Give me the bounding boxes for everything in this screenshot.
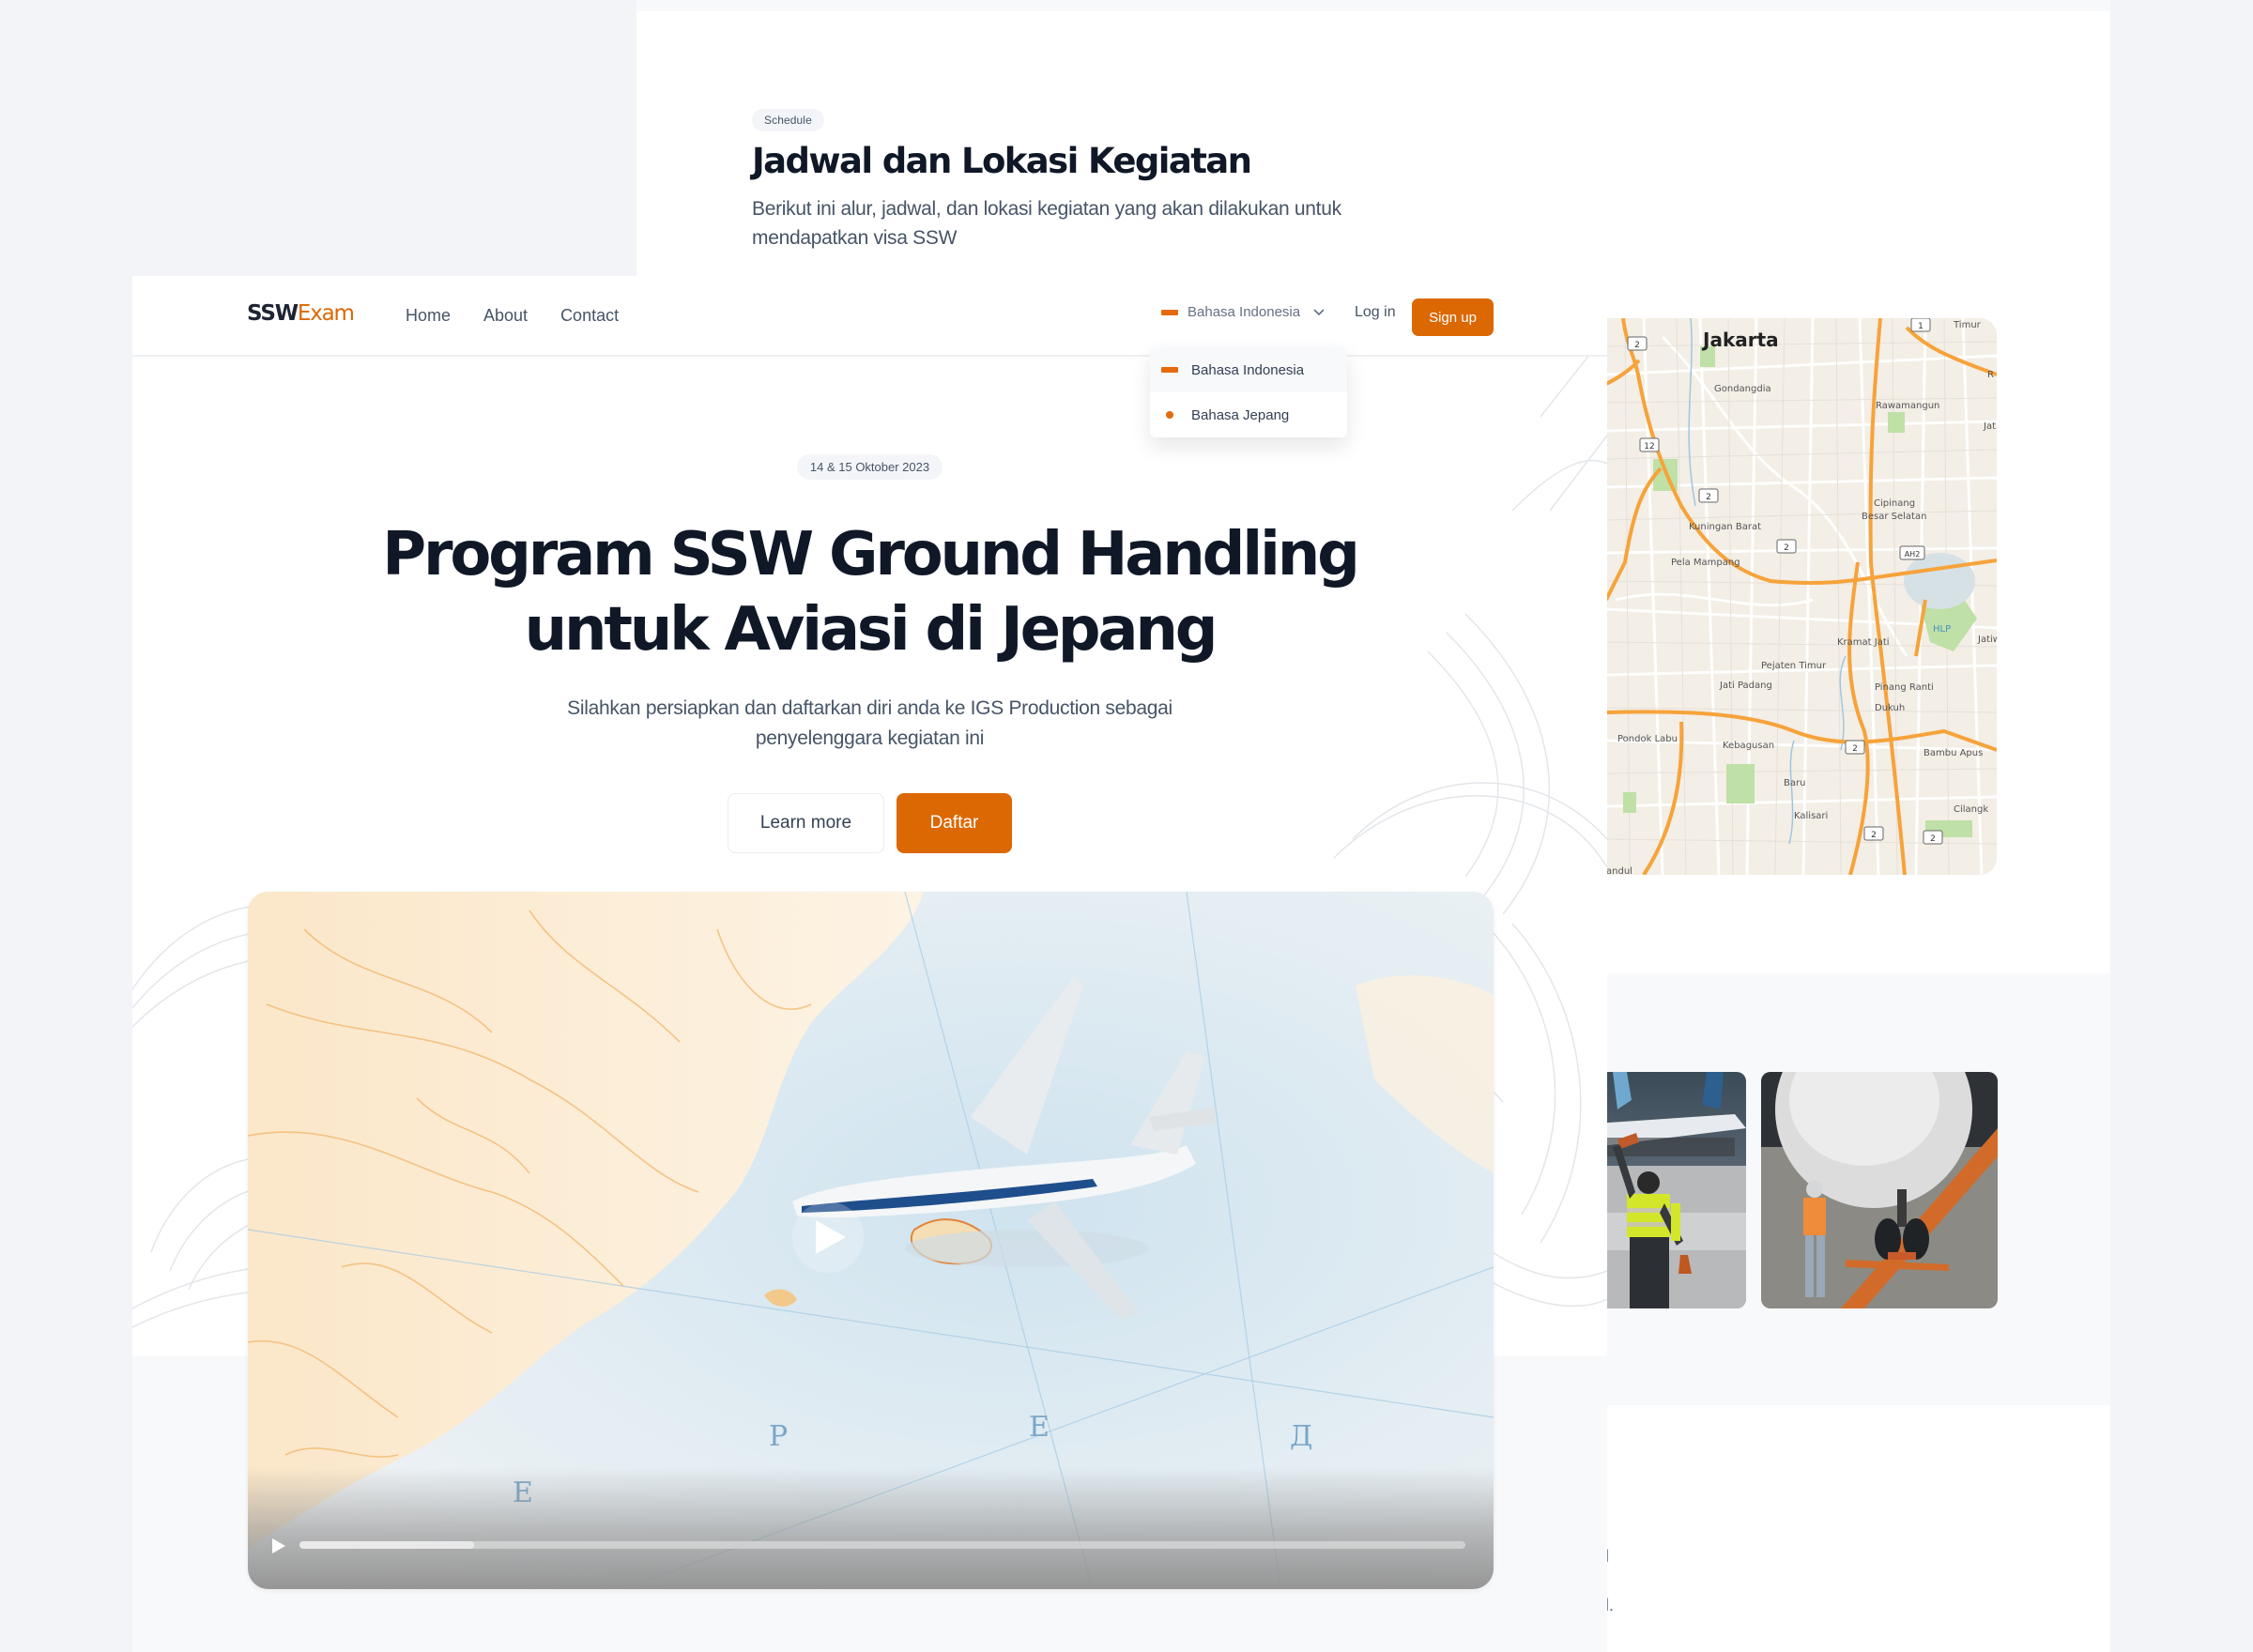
schedule-description-line-2: mendapatkan visa SSW: [752, 227, 958, 249]
language-option-indonesia[interactable]: Bahasa Indonesia: [1150, 347, 1347, 392]
map-label: Timur: [1953, 320, 1982, 330]
marshaller-photo-image: [1594, 1072, 1746, 1308]
hero-subtitle: Silahkan persiapkan dan daftarkan diri a…: [132, 694, 1607, 754]
map-label: Gondangdia: [1714, 384, 1771, 394]
top-navbar: SSWExam Home About Contact Bahasa Indone…: [132, 276, 1607, 357]
language-selected: Bahasa Indonesia: [1188, 304, 1301, 320]
video-play-button[interactable]: [792, 1201, 864, 1273]
top-strip: [636, 0, 2110, 11]
play-icon[interactable]: [272, 1538, 285, 1553]
promo-video-player[interactable]: P E Д E: [248, 892, 1494, 1589]
hero-buttons: Learn more Daftar: [132, 793, 1607, 853]
map-label: Kebagusan: [1723, 741, 1774, 751]
nav-link-home[interactable]: Home: [406, 306, 451, 326]
map-label: Jatiw: [1977, 635, 1997, 645]
map-label: R: [1987, 370, 1994, 380]
video-progress-bar[interactable]: [299, 1541, 1465, 1549]
map-label: Cilangk: [1954, 804, 1988, 815]
brand-logo[interactable]: SSWExam: [247, 301, 355, 326]
language-option-label: Bahasa Jepang: [1191, 406, 1290, 423]
language-option-label: Bahasa Indonesia: [1191, 361, 1305, 378]
route-shield-label: 2: [1634, 341, 1640, 350]
route-shield-label: 2: [1706, 493, 1711, 502]
sea-letter: Д: [1290, 1420, 1312, 1453]
map-label: HLP: [1933, 624, 1951, 635]
ground-crew-photo-2[interactable]: [1761, 1072, 1998, 1308]
map-label: Pela Mampang: [1671, 558, 1740, 568]
map-label: Pinang Ranti: [1875, 682, 1934, 693]
sea-letter: E: [1029, 1411, 1050, 1444]
route-shield-label: 2: [1871, 831, 1877, 840]
route-shield-label: AH2: [1905, 550, 1921, 558]
ground-crew-photo-1[interactable]: [1594, 1072, 1746, 1308]
event-date-badge: 14 & 15 Oktober 2023: [796, 454, 943, 480]
schedule-title: Jadwal dan Lokasi Kegiatan: [752, 141, 1252, 181]
hero-section: 14 & 15 Oktober 2023 Program SSW Ground …: [132, 454, 1607, 853]
schedule-description-line-1: Berikut ini alur, jadwal, dan lokasi keg…: [752, 198, 1341, 220]
map-label: Baru: [1784, 778, 1805, 788]
nav-link-about[interactable]: About: [483, 306, 528, 326]
signup-button[interactable]: Sign up: [1412, 298, 1494, 336]
map-label: Bambu Apus: [1923, 748, 1983, 758]
map-label: Jat: [1983, 421, 1996, 432]
hero-subtitle-line-2: penyelenggara kegiatan ini: [755, 727, 985, 749]
hero-title: Program SSW Ground Handling untuk Aviasi…: [132, 517, 1607, 667]
map-label: Rawamangun: [1876, 401, 1939, 411]
chevron-down-icon: [1313, 308, 1325, 315]
schedule-badge: Schedule: [752, 109, 824, 131]
map-label: Dukuh: [1875, 703, 1905, 713]
map-city-label: Jakarta: [1701, 329, 1779, 351]
map-label: Pejaten Timur: [1761, 661, 1827, 671]
map-label: Kramat Jati: [1837, 637, 1890, 648]
map-label: andul: [1606, 866, 1632, 875]
airport-area: [1904, 553, 1975, 609]
route-shield-label: 1: [1918, 322, 1923, 331]
sea-letter: P: [769, 1420, 788, 1453]
map-label: Cipinang: [1874, 498, 1915, 509]
language-option-japan[interactable]: Bahasa Jepang: [1150, 392, 1347, 437]
video-controls: [248, 1467, 1494, 1589]
logo-exam: Exam: [297, 301, 355, 326]
map-label: Besar Selatan: [1862, 512, 1926, 522]
map-canvas: 2 1 12 2 2 AH2 2 2 2 Jakarta Gondangdia …: [1606, 318, 1997, 875]
learn-more-button[interactable]: Learn more: [728, 793, 884, 853]
japan-flag-icon: [1166, 411, 1173, 419]
logo-ssw: SSW: [247, 301, 299, 326]
route-shield-label: 2: [1852, 744, 1858, 754]
route-shield-label: 2: [1930, 834, 1936, 844]
language-selector[interactable]: Bahasa Indonesia: [1161, 304, 1325, 320]
hero-title-line-1: Program SSW Ground Handling: [382, 520, 1360, 589]
map-label: Kuningan Barat: [1689, 522, 1761, 532]
register-button[interactable]: Daftar: [897, 793, 1012, 853]
language-dropdown: Bahasa Indonesia Bahasa Jepang: [1150, 347, 1347, 437]
landing-page-preview: SSWExam Home About Contact Bahasa Indone…: [132, 276, 1607, 1652]
route-shield-label: 2: [1784, 543, 1789, 553]
route-shield-label: 12: [1644, 442, 1654, 451]
location-map[interactable]: 2 1 12 2 2 AH2 2 2 2 Jakarta Gondangdia …: [1606, 318, 1997, 875]
nav-links: Home About Contact: [406, 306, 619, 326]
nose-gear-photo-image: [1761, 1072, 1998, 1308]
map-label: Jati Padang: [1719, 681, 1772, 691]
play-icon: [816, 1220, 846, 1254]
login-link[interactable]: Log in: [1355, 304, 1396, 321]
indonesia-flag-icon: [1161, 367, 1178, 373]
schedule-description: Berikut ini alur, jadwal, dan lokasi keg…: [752, 194, 1465, 252]
indonesia-flag-icon: [1161, 309, 1178, 315]
hero-subtitle-line-1: Silahkan persiapkan dan daftarkan diri a…: [567, 697, 1172, 719]
schedule-header: Schedule Jadwal dan Lokasi Kegiatan Beri…: [752, 109, 1465, 252]
nav-link-contact[interactable]: Contact: [560, 306, 619, 326]
hero-title-line-2: untuk Aviasi di Jepang: [524, 595, 1218, 665]
video-progress-fill: [299, 1541, 475, 1549]
map-label: Pondok Labu: [1617, 734, 1678, 744]
map-label: Kalisari: [1794, 811, 1828, 821]
